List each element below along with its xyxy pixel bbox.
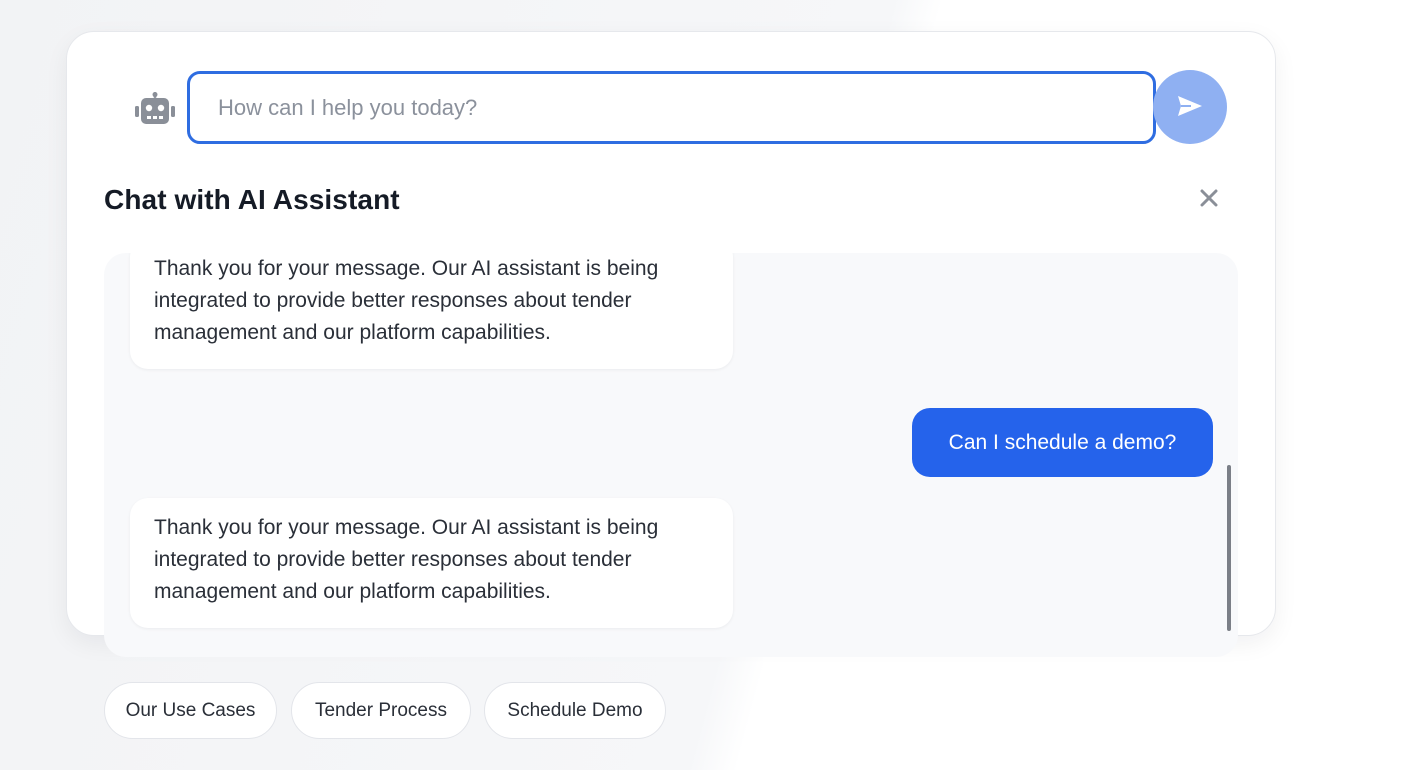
- chat-input[interactable]: [187, 71, 1156, 144]
- assistant-message: Thank you for your message. Our AI assis…: [130, 498, 733, 628]
- quick-reply-use-cases[interactable]: Our Use Cases: [104, 682, 277, 739]
- quick-reply-tender-process[interactable]: Tender Process: [291, 682, 471, 739]
- user-message: Can I schedule a demo?: [912, 408, 1213, 477]
- send-icon: [1177, 95, 1203, 120]
- chat-title: Chat with AI Assistant: [104, 184, 400, 215]
- message-list[interactable]: Thank you for your message. Our AI assis…: [104, 253, 1238, 657]
- send-button[interactable]: [1153, 70, 1227, 144]
- scrollbar-thumb[interactable]: [1227, 465, 1231, 631]
- assistant-message: Thank you for your message. Our AI assis…: [130, 253, 733, 369]
- quick-reply-schedule-demo[interactable]: Schedule Demo: [484, 682, 666, 739]
- close-icon: [1200, 189, 1218, 212]
- close-button[interactable]: [1197, 188, 1221, 212]
- robot-icon: [135, 92, 175, 126]
- composer-row: [67, 32, 1275, 182]
